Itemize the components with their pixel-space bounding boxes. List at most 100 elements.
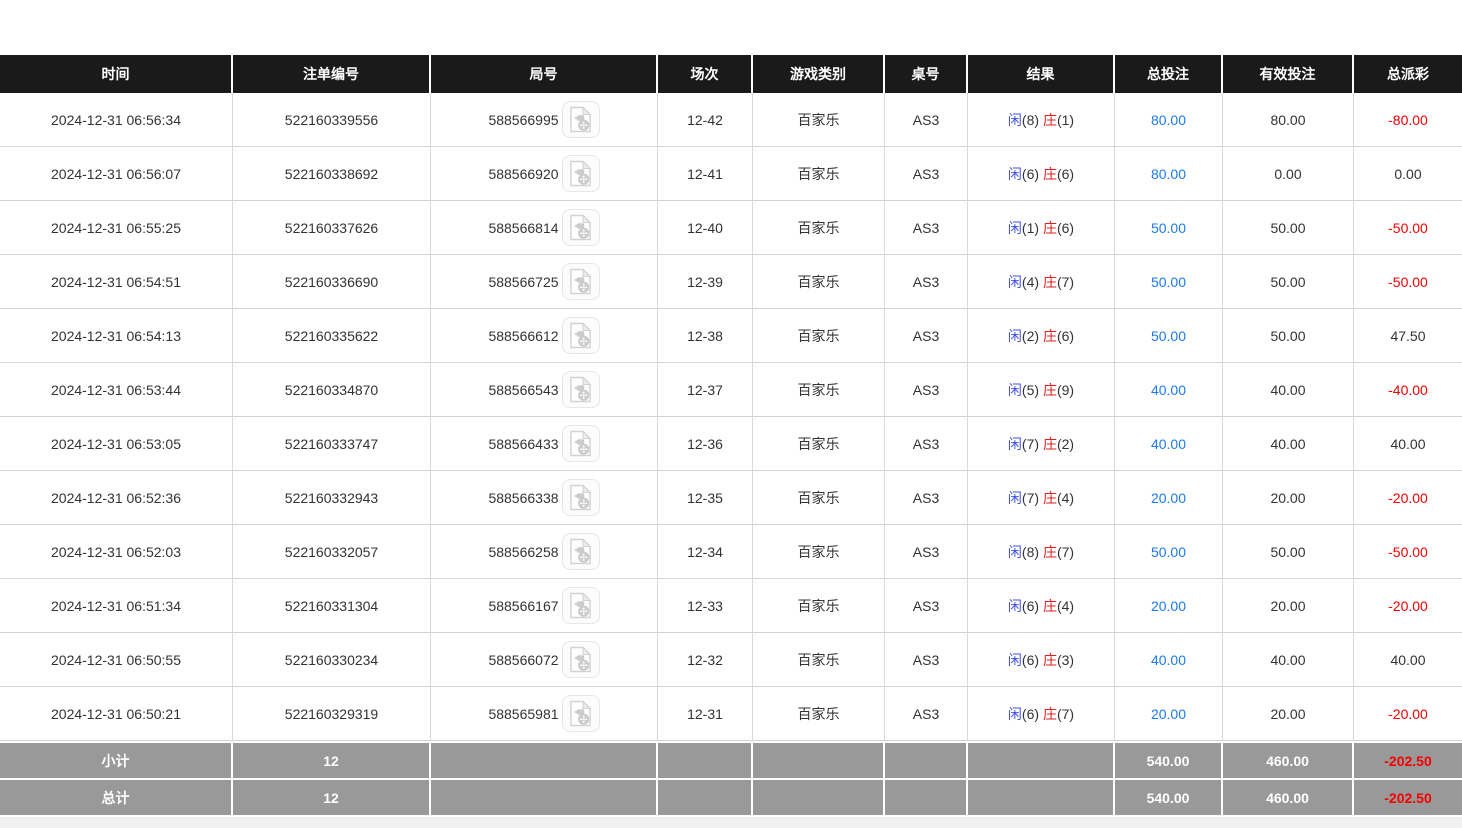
- video-replay-button[interactable]: [562, 641, 600, 678]
- result-banker-score: 6: [1057, 166, 1074, 182]
- cell-total-bet: 80.00: [1115, 147, 1223, 201]
- result-banker-label: 庄: [1043, 382, 1057, 398]
- total-bet-value[interactable]: 20.00: [1151, 598, 1186, 614]
- cell-bet-number: 522160331304: [233, 579, 431, 633]
- column-header-session: 场次: [658, 55, 753, 93]
- cell-total-bet: 50.00: [1115, 201, 1223, 255]
- total-bet-value[interactable]: 50.00: [1151, 220, 1186, 236]
- video-replay-button[interactable]: [562, 479, 600, 516]
- result-banker-label: 庄: [1043, 436, 1057, 452]
- cell-session: 12-31: [658, 687, 753, 741]
- payout-value: -20.00: [1388, 706, 1428, 722]
- result-player-label: 闲: [1008, 436, 1022, 452]
- cell-total-bet: 40.00: [1115, 417, 1223, 471]
- video-replay-button[interactable]: [562, 425, 600, 462]
- payout-value: 0.00: [1394, 166, 1421, 182]
- summary-empty-result: [968, 778, 1115, 815]
- total-bet-value[interactable]: 40.00: [1151, 652, 1186, 668]
- result-player-label: 闲: [1008, 112, 1022, 128]
- total-bet-value[interactable]: 40.00: [1151, 382, 1186, 398]
- video-file-icon: [569, 592, 592, 619]
- result-banker-score: 7: [1057, 544, 1074, 560]
- video-replay-button[interactable]: [562, 209, 600, 246]
- video-file-icon: [569, 538, 592, 565]
- total-bet-value[interactable]: 50.00: [1151, 328, 1186, 344]
- result-banker-label: 庄: [1043, 166, 1057, 182]
- round-number-text: 588566920: [488, 166, 558, 182]
- result-player-label: 闲: [1008, 598, 1022, 614]
- table-row: 2024-12-31 06:50:21 522160329319 5885659…: [0, 687, 1462, 741]
- video-replay-button[interactable]: [562, 587, 600, 624]
- table-row: 2024-12-31 06:54:51 522160336690 5885667…: [0, 255, 1462, 309]
- result-banker-label: 庄: [1043, 490, 1057, 506]
- cell-time: 2024-12-31 06:52:03: [0, 525, 233, 579]
- cell-game-type: 百家乐: [753, 201, 885, 255]
- video-file-icon: [569, 700, 592, 727]
- cell-payout: -50.00: [1354, 525, 1462, 579]
- cell-game-type: 百家乐: [753, 255, 885, 309]
- payout-value: 40.00: [1390, 436, 1425, 452]
- cell-total-bet: 20.00: [1115, 579, 1223, 633]
- summary-row: 总计 12 540.00 460.00 -202.50: [0, 778, 1462, 815]
- video-replay-button[interactable]: [562, 695, 600, 732]
- cell-valid-bet: 20.00: [1223, 579, 1354, 633]
- cell-round-number: 588566995: [431, 93, 658, 147]
- cell-total-bet: 50.00: [1115, 309, 1223, 363]
- video-replay-button[interactable]: [562, 533, 600, 570]
- total-bet-value[interactable]: 80.00: [1151, 166, 1186, 182]
- cell-round-number: 588566814: [431, 201, 658, 255]
- payout-value: -50.00: [1388, 274, 1428, 290]
- video-replay-button[interactable]: [562, 317, 600, 354]
- total-bet-value[interactable]: 80.00: [1151, 112, 1186, 128]
- result-player-score: 8: [1022, 112, 1039, 128]
- cell-round-number: 588566612: [431, 309, 658, 363]
- cell-time: 2024-12-31 06:54:13: [0, 309, 233, 363]
- cell-total-bet: 20.00: [1115, 687, 1223, 741]
- cell-table-number: AS3: [885, 633, 968, 687]
- total-bet-value[interactable]: 50.00: [1151, 274, 1186, 290]
- column-header-game-type: 游戏类别: [753, 55, 885, 93]
- table-row: 2024-12-31 06:55:25 522160337626 5885668…: [0, 201, 1462, 255]
- summary-total-bet: 540.00: [1115, 778, 1223, 815]
- cell-bet-number: 522160338692: [233, 147, 431, 201]
- video-replay-button[interactable]: [562, 101, 600, 138]
- video-replay-button[interactable]: [562, 263, 600, 300]
- table-row: 2024-12-31 06:53:44 522160334870 5885665…: [0, 363, 1462, 417]
- cell-valid-bet: 50.00: [1223, 201, 1354, 255]
- column-header-payout: 总派彩: [1354, 55, 1462, 93]
- result-banker-label: 庄: [1043, 328, 1057, 344]
- cell-round-number: 588566725: [431, 255, 658, 309]
- cell-valid-bet: 50.00: [1223, 309, 1354, 363]
- cell-session: 12-40: [658, 201, 753, 255]
- total-bet-value[interactable]: 20.00: [1151, 706, 1186, 722]
- video-replay-button[interactable]: [562, 155, 600, 192]
- cell-payout: 40.00: [1354, 417, 1462, 471]
- total-bet-value[interactable]: 40.00: [1151, 436, 1186, 452]
- cell-round-number: 588566258: [431, 525, 658, 579]
- total-bet-value[interactable]: 20.00: [1151, 490, 1186, 506]
- table-row: 2024-12-31 06:51:34 522160331304 5885661…: [0, 579, 1462, 633]
- cell-total-bet: 20.00: [1115, 471, 1223, 525]
- round-number-text: 588566612: [488, 328, 558, 344]
- cell-payout: -20.00: [1354, 687, 1462, 741]
- round-number-text: 588566258: [488, 544, 558, 560]
- payout-value: -40.00: [1388, 382, 1428, 398]
- video-replay-button[interactable]: [562, 371, 600, 408]
- result-player-label: 闲: [1008, 274, 1022, 290]
- cell-game-type: 百家乐: [753, 309, 885, 363]
- cell-session: 12-36: [658, 417, 753, 471]
- total-bet-value[interactable]: 50.00: [1151, 544, 1186, 560]
- cell-payout: -80.00: [1354, 93, 1462, 147]
- result-player-score: 6: [1022, 652, 1039, 668]
- round-number-text: 588566167: [488, 598, 558, 614]
- cell-time: 2024-12-31 06:50:21: [0, 687, 233, 741]
- cell-result: 闲8 庄7: [968, 525, 1115, 579]
- cell-bet-number: 522160336690: [233, 255, 431, 309]
- table-row: 2024-12-31 06:52:03 522160332057 5885662…: [0, 525, 1462, 579]
- cell-result: 闲4 庄7: [968, 255, 1115, 309]
- cell-table-number: AS3: [885, 417, 968, 471]
- cell-valid-bet: 40.00: [1223, 417, 1354, 471]
- result-player-label: 闲: [1008, 166, 1022, 182]
- cell-table-number: AS3: [885, 147, 968, 201]
- video-file-icon: [569, 106, 592, 133]
